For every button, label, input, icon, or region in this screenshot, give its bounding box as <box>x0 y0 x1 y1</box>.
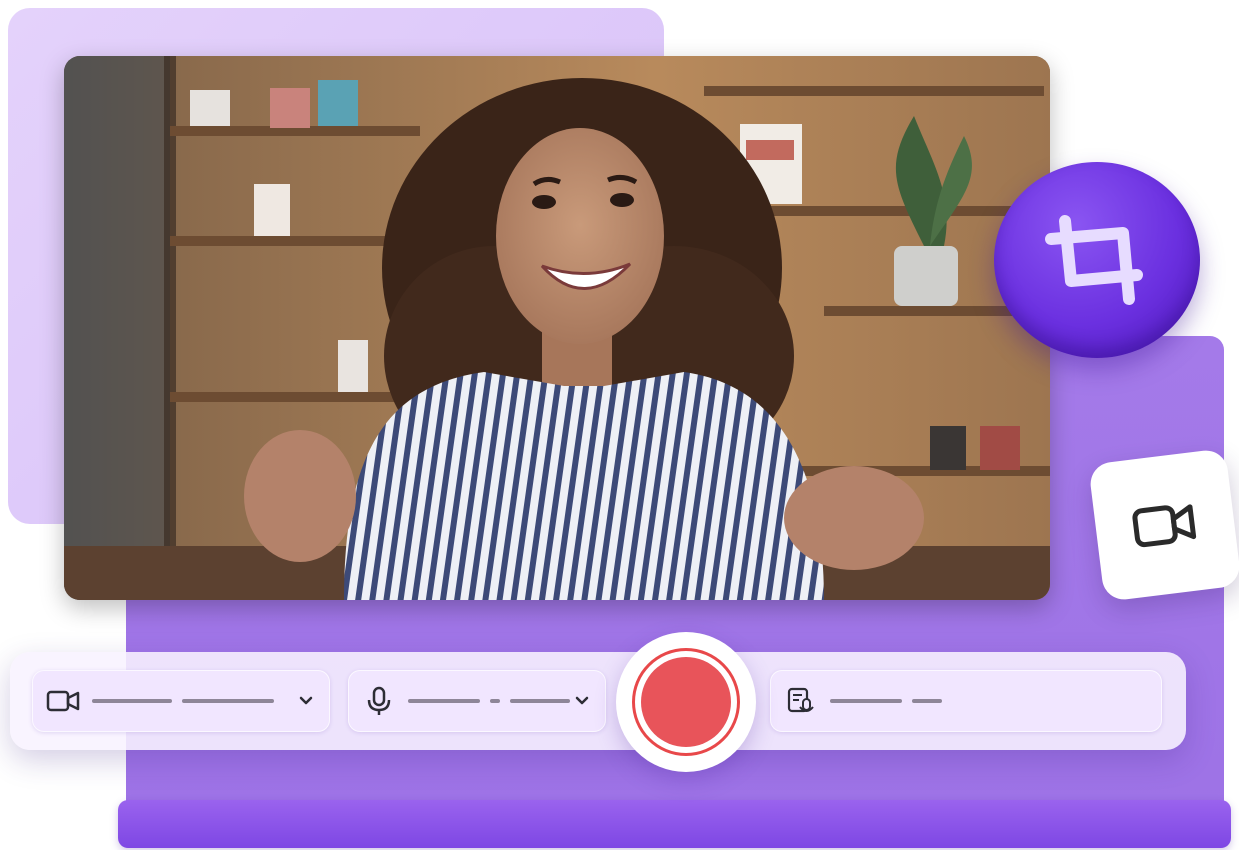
crop-badge[interactable] <box>994 162 1200 358</box>
placeholder-line <box>92 699 172 703</box>
placeholder-line <box>510 699 570 703</box>
recorder-toolbar <box>10 652 1186 750</box>
video-camera-icon <box>1132 504 1197 548</box>
record-ring <box>632 648 740 756</box>
script-document-icon <box>787 687 814 713</box>
record-dot <box>641 657 731 747</box>
record-button[interactable] <box>616 632 756 772</box>
placeholder-line <box>490 699 500 703</box>
placeholder-line <box>182 699 274 703</box>
placeholder-line <box>830 699 902 703</box>
crop-icon <box>1045 215 1143 305</box>
stage-floor <box>118 800 1231 848</box>
microphone-icon <box>367 686 391 715</box>
placeholder-line <box>912 699 942 703</box>
camera-select[interactable] <box>32 670 330 732</box>
camera-icon <box>46 690 80 712</box>
chevron-down-icon[interactable] <box>296 690 316 710</box>
webcam-frame-illustration <box>64 56 1050 600</box>
placeholder-line <box>408 699 480 703</box>
script-field[interactable] <box>770 670 1162 732</box>
microphone-select[interactable] <box>348 670 606 732</box>
chevron-down-icon[interactable] <box>572 690 592 710</box>
video-preview <box>64 56 1050 600</box>
video-badge[interactable] <box>1088 448 1239 602</box>
